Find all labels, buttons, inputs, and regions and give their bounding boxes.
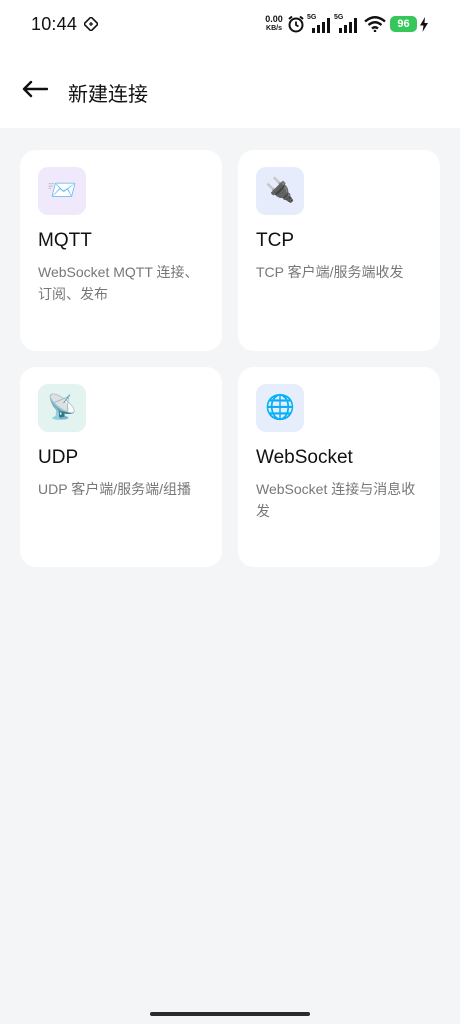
envelope-icon: 📨 <box>38 167 86 215</box>
card-description: UDP 客户端/服务端/组播 <box>38 481 191 497</box>
connection-card-tcp[interactable]: 🔌 TCP TCP 客户端/服务端收发 <box>238 150 440 351</box>
card-description: WebSocket 连接与消息收发 <box>256 481 416 519</box>
status-time: 10:44 <box>31 14 78 34</box>
network-speed-value: 0.00 <box>265 14 283 24</box>
signal-icon: 5G <box>307 14 331 34</box>
arrow-left-icon <box>22 80 48 98</box>
card-title: MQTT <box>38 230 92 251</box>
nfc-icon <box>82 15 100 33</box>
page-title: 新建连接 <box>68 84 148 106</box>
signal-icon: 5G <box>334 14 358 34</box>
card-title: WebSocket <box>256 447 353 468</box>
connection-card-udp[interactable]: 📡 UDP UDP 客户端/服务端/组播 <box>20 367 222 567</box>
globe-icon: 🌐 <box>256 384 304 432</box>
app-header: 10:44 0.00 KB/s 5G 5G 96 新建连接 <box>0 0 460 128</box>
wifi-icon <box>364 16 386 33</box>
network-speed-unit: KB/s <box>266 25 282 32</box>
status-bar: 10:44 0.00 KB/s 5G 5G 96 <box>0 0 460 50</box>
card-title: TCP <box>256 230 294 251</box>
charging-icon <box>419 17 429 32</box>
back-button[interactable] <box>14 72 54 108</box>
card-title: UDP <box>38 447 79 468</box>
connection-card-mqtt[interactable]: 📨 MQTT WebSocket MQTT 连接、订阅、发布 <box>20 150 222 351</box>
battery-indicator: 96 <box>390 16 417 32</box>
network-speed: 0.00 KB/s <box>262 14 286 34</box>
plug-icon: 🔌 <box>256 167 304 215</box>
alarm-icon <box>287 15 305 33</box>
connection-card-websocket[interactable]: 🌐 WebSocket WebSocket 连接与消息收发 <box>238 367 440 567</box>
home-indicator[interactable] <box>150 1012 310 1016</box>
satellite-dish-icon: 📡 <box>38 384 86 432</box>
card-description: TCP 客户端/服务端收发 <box>256 264 404 280</box>
card-description: WebSocket MQTT 连接、订阅、发布 <box>38 264 199 302</box>
